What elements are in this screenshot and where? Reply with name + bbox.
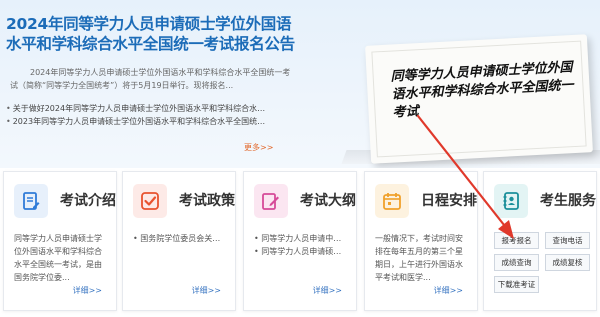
register-button[interactable]: 报考报名 (494, 232, 539, 249)
card-title: 考生服务 (540, 193, 596, 209)
news-list: • 关于做好2024年同等学力人员申请硕士学位外国语水平和学科综合水平全... •… (6, 102, 306, 128)
card-header[interactable]: 考试大纲 (244, 172, 356, 224)
hero-banner: 2024年同等学力人员申请硕士学位外国语水平和学科综合水平全国统一考试报名公告 … (0, 0, 600, 168)
detail-link[interactable]: 详细>> (313, 285, 342, 296)
inquiry-phone-button[interactable]: 查询电话 (545, 232, 590, 249)
card-exam-intro: 考试介绍 同等学力人员申请硕士学位外国语水平和学科综合水平全国统一考试，是由国务… (3, 171, 117, 311)
card-header[interactable]: 考生服务 (484, 172, 596, 224)
detail-link[interactable]: 详细>> (192, 285, 221, 296)
document-icon (14, 184, 48, 218)
exam-sign-image: 同等学力人员申请硕士学位外国语水平和学科综合水平全国统一考试 (365, 34, 593, 164)
card-description: 一般情况下，考试时间安排在每年五月的第三个星期日，上午进行外国语水平考试和医学.… (375, 234, 463, 282)
detail-link[interactable]: 详细>> (434, 285, 463, 296)
announcement-title[interactable]: 2024年同等学力人员申请硕士学位外国语水平和学科综合水平全国统一考试报名公告 (6, 14, 306, 54)
bullet-icon: • (6, 104, 11, 113)
card-title: 考试介绍 (60, 193, 116, 209)
list-item[interactable]: • 同等学力人员申请中医硕士专业... (254, 232, 348, 245)
bullet-icon: • (6, 117, 11, 126)
list-item[interactable]: • 同等学力人员申请硕士学位... (254, 245, 348, 258)
card-description: 同等学力人员申请硕士学位外国语水平和学科综合水平全国统一考试，是由国务院学位委.… (14, 234, 102, 282)
score-query-button[interactable]: 成绩查询 (494, 254, 539, 271)
policy-list: • 国务院学位委员会关于授予具有... (133, 232, 227, 245)
edit-icon (254, 184, 288, 218)
card-schedule: 日程安排 一般情况下，考试时间安排在每年五月的第三个星期日，上午进行外国语水平考… (364, 171, 478, 311)
sign-text: 同等学力人员申请硕士学位外国语水平和学科综合水平全国统一考试 (390, 60, 574, 121)
detail-link[interactable]: 详细>> (73, 285, 102, 296)
score-review-button[interactable]: 成绩复核 (545, 254, 590, 271)
contact-book-icon (494, 184, 528, 218)
calendar-icon (375, 184, 409, 218)
news-panel: 2024年同等学力人员申请硕士学位外国语水平和学科综合水平全国统一考试报名公告 … (6, 14, 306, 128)
download-admission-ticket-button[interactable]: 下载准考证 (494, 276, 539, 293)
news-item[interactable]: • 2023年同等学力人员申请硕士学位外国语水平和学科综合水平全国统一考... (6, 115, 266, 128)
list-item-text: 同等学力人员申请硕士学位... (261, 247, 348, 256)
news-item[interactable]: • 关于做好2024年同等学力人员申请硕士学位外国语水平和学科综合水平全... (6, 102, 266, 115)
list-item-text: 国务院学位委员会关于授予具有... (140, 234, 227, 243)
card-title: 考试大纲 (300, 193, 356, 209)
card-title: 日程安排 (421, 193, 477, 209)
check-icon (133, 184, 167, 218)
syllabus-list: • 同等学力人员申请中医硕士专业... • 同等学力人员申请硕士学位... (254, 232, 348, 258)
card-header[interactable]: 日程安排 (365, 172, 477, 224)
card-exam-policy: 考试政策 • 国务院学位委员会关于授予具有... 详细>> (122, 171, 236, 311)
news-item-text: 关于做好2024年同等学力人员申请硕士学位外国语水平和学科综合水平全... (12, 104, 266, 113)
announcement-summary: 2024年同等学力人员申请硕士学位外国语水平和学科综合水平全国统一考试（简称“同… (10, 68, 291, 90)
list-item-text: 同等学力人员申请中医硕士专业... (261, 234, 348, 243)
card-exam-syllabus: 考试大纲 • 同等学力人员申请中医硕士专业... • 同等学力人员申请硕士学位.… (243, 171, 357, 311)
list-item[interactable]: • 国务院学位委员会关于授予具有... (133, 232, 227, 245)
service-buttons: 报考报名 查询电话 成绩查询 成绩复核 下载准考证 (494, 232, 590, 293)
more-link[interactable]: 更多>> (244, 142, 273, 153)
card-candidate-services: 考生服务 报考报名 查询电话 成绩查询 成绩复核 下载准考证 (483, 171, 597, 311)
card-header[interactable]: 考试介绍 (4, 172, 116, 224)
card-title: 考试政策 (179, 193, 235, 209)
card-header[interactable]: 考试政策 (123, 172, 235, 224)
news-item-text: 2023年同等学力人员申请硕士学位外国语水平和学科综合水平全国统一考... (12, 117, 266, 126)
